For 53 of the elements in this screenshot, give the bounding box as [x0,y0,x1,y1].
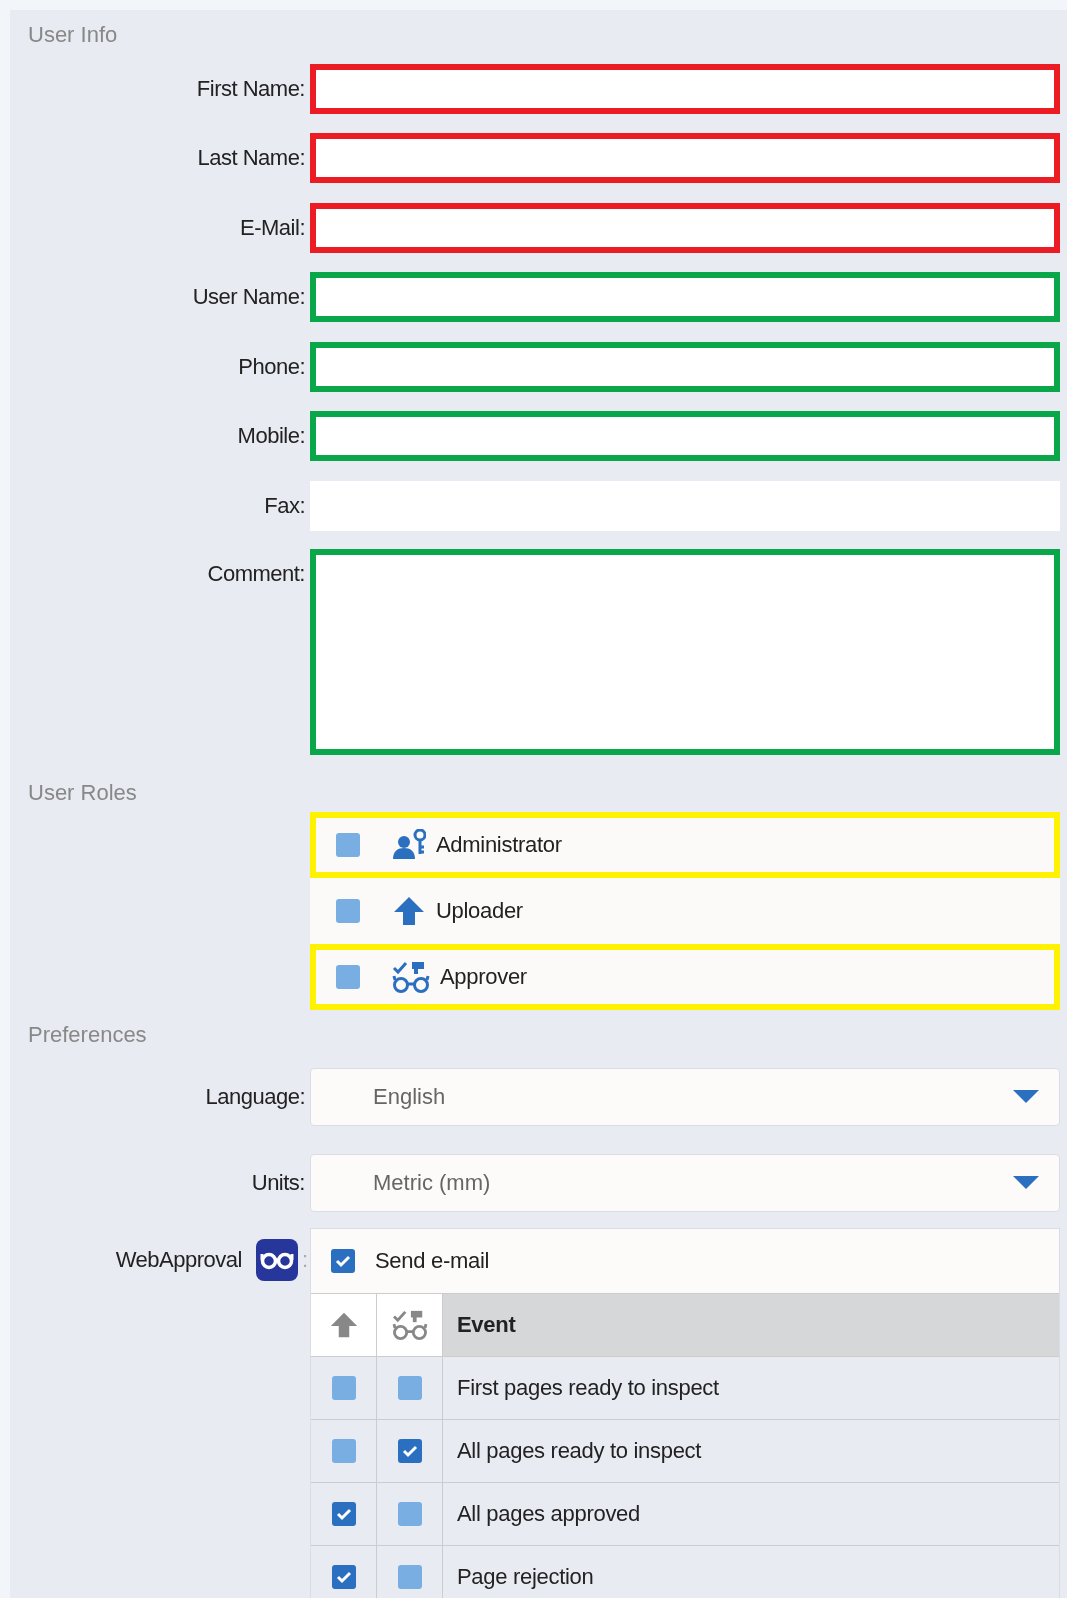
checkbox[interactable] [336,898,360,923]
input-field[interactable] [310,341,1060,392]
field-label: Comment: [206,559,306,587]
field-label: User Name: [191,284,306,311]
user-key-icon [392,828,426,861]
separator: : [301,1246,308,1273]
checkbox[interactable] [331,1438,356,1463]
checkbox[interactable] [397,1375,422,1400]
caret-icon [1013,1175,1039,1190]
field-label: WebApproval [115,1246,242,1273]
checkbox[interactable] [397,1438,422,1463]
field-label: Units: [250,1169,306,1196]
column-header: Event [443,1293,1059,1356]
glasses-check-icon [392,959,430,994]
role-option[interactable]: Administrator [310,811,1060,878]
glasses-icon [255,1238,298,1281]
send-email-option[interactable]: Send e-mail [311,1228,1059,1293]
checkbox[interactable] [397,1564,422,1589]
input-field[interactable] [310,272,1060,323]
section-heading: User Info [27,21,119,49]
field-label: E-Mail: [239,214,306,241]
field-label: Language: [204,1083,306,1110]
section-heading: User Roles [27,778,138,807]
field-label: Last Name: [196,145,306,172]
checkbox[interactable] [397,1501,422,1526]
role-option[interactable]: Uploader [310,877,1060,944]
glasses-check-icon [391,1308,428,1341]
table-cell-text: All pages ready to inspect [456,1436,703,1465]
field-label: Phone: [237,353,306,380]
checkbox[interactable] [331,1248,355,1273]
upload-arrow-icon [392,894,426,927]
checkbox[interactable] [336,832,360,857]
checkbox[interactable] [331,1501,356,1526]
dropdown[interactable]: Metric (mm) [310,1153,1060,1212]
input-field[interactable] [310,411,1060,462]
section-heading: Preferences [27,1020,148,1049]
field-label: First Name: [195,75,306,102]
upload-arrow-icon [328,1310,359,1339]
checkbox[interactable] [331,1564,356,1589]
input-field[interactable] [310,133,1060,184]
table-cell-text: All pages approved [456,1499,641,1528]
table-cell-text: Page rejection [456,1562,595,1591]
checkbox[interactable] [336,964,360,989]
input-field[interactable] [310,63,1060,114]
comment-box[interactable] [310,548,1060,755]
caret-icon [1013,1089,1039,1104]
checkbox[interactable] [331,1375,356,1400]
input-field[interactable] [310,202,1060,253]
role-option[interactable]: Approver [310,943,1060,1010]
field-label: Mobile: [236,423,306,450]
dropdown[interactable]: English [310,1067,1060,1126]
field-label: Fax: [263,492,306,519]
table-cell-text: First pages ready to inspect [456,1373,720,1402]
